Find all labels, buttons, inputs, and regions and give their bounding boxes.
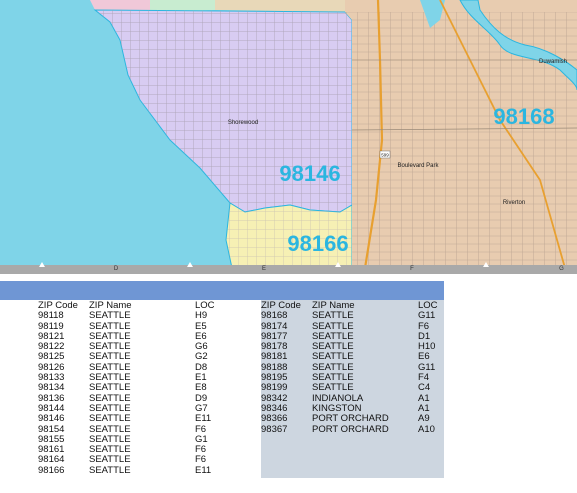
- zip-column: ZIP Code 98168 98174 98177 98178 98181 98188 9…: [261, 300, 301, 435]
- grid-column-e: E: [261, 266, 266, 272]
- grid-column-d: D: [113, 266, 119, 272]
- zip-column: ZIP Code 98118 98119 98121 98122 98125 98126 9…: [38, 300, 78, 476]
- table-cell-loc: E11: [195, 464, 212, 476]
- route-badge-label: 599: [381, 153, 389, 158]
- table-cell-loc: A10: [418, 423, 435, 435]
- name-column: ZIP Name SEATTLE SEATTLE SEATTLE SEATTLE SEA…: [312, 300, 389, 435]
- zip-label-98168: 98168: [493, 104, 554, 129]
- zip-label-98146: 98146: [279, 161, 340, 186]
- zip-label-98166: 98166: [287, 231, 348, 256]
- table-cell-zip: 98367: [261, 423, 288, 435]
- name-column: ZIP Name SEATTLE SEATTLE SEATTLE SEATTLE SEA…: [89, 300, 132, 476]
- place-label-shorewood: Shorewood: [228, 120, 258, 126]
- zone-top-tan: [215, 0, 345, 12]
- table-cell-zip: 98166: [38, 464, 65, 476]
- loc-column: LOC H9 E5 E6 G6 G2 D8 E1 E8 D9 G7 E11 F6 G1 F6 F6 E11: [195, 300, 215, 476]
- place-label-boulevard-park: Boulevard Park: [397, 163, 439, 169]
- zip-code-map[interactable]: 98168 98146 98166 Shorewood Boulevard Pa…: [0, 0, 577, 268]
- table-cell-name: SEATTLE: [89, 464, 131, 476]
- place-label-duwamish: Duwamish: [539, 59, 567, 65]
- grid-column-bar: D E F G: [0, 262, 577, 274]
- place-label-riverton: Riverton: [503, 200, 525, 206]
- table-cell-name: PORT ORCHARD: [312, 423, 389, 435]
- table-header-bar: [0, 281, 444, 300]
- loc-column: LOC G11 F6 D1 H10 E6 G11 F4 C4 A1 A1 A9 A10: [418, 300, 438, 435]
- grid-column-g: G: [559, 266, 564, 272]
- grid-column-f: F: [410, 266, 414, 272]
